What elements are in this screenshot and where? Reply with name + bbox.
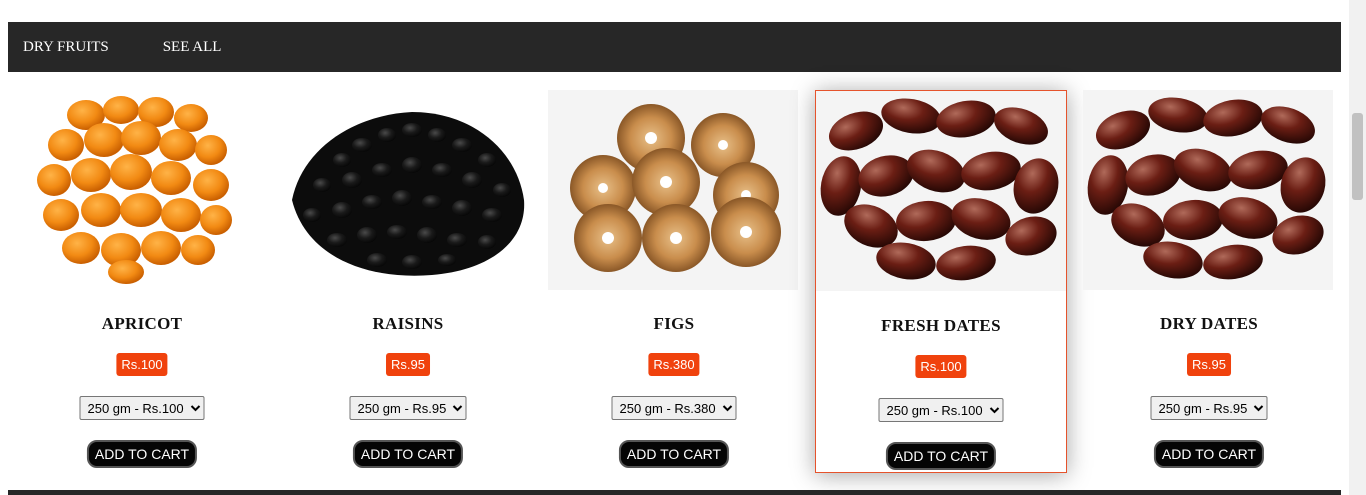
size-select[interactable]: 250 gm - Rs.100 [878,398,1004,422]
product-name: RAISINS [372,314,444,333]
raisins-image[interactable] [282,90,532,290]
bottom-bar [8,490,1341,495]
product-card-dry-dates[interactable]: DRY DATES Rs.95 250 gm - Rs.95 ADD TO CA… [1083,90,1335,470]
product-card-fresh-dates[interactable]: FRESH DATES Rs.100 250 gm - Rs.100 ADD T… [815,90,1067,473]
nav-see-all-link[interactable]: SEE ALL [163,39,222,56]
add-to-cart-button[interactable]: ADD TO CART [352,440,464,468]
size-select[interactable]: 250 gm - Rs.380 [611,396,737,420]
scrollbar-thumb[interactable] [1352,113,1363,200]
product-name: APRICOT [101,314,183,333]
category-navbar: DRY FRUITS SEE ALL [8,22,1341,72]
size-select[interactable]: 250 gm - Rs.100 [79,396,205,420]
add-to-cart-button[interactable]: ADD TO CART [1153,440,1265,468]
product-card-apricot[interactable]: APRICOT Rs.100 250 gm - Rs.100 ADD TO CA… [16,90,268,470]
product-card-raisins[interactable]: RAISINS Rs.95 250 gm - Rs.95 ADD TO CART [282,90,534,470]
nav-category-dry-fruits[interactable]: DRY FRUITS [23,39,109,56]
dates-image[interactable] [1083,90,1333,290]
price-badge: Rs.95 [386,353,430,376]
add-to-cart-button[interactable]: ADD TO CART [86,440,198,468]
dates-image[interactable] [816,91,1066,291]
product-name: FIGS [653,314,695,333]
size-select[interactable]: 250 gm - Rs.95 [1150,396,1268,420]
product-name: DRY DATES [1160,314,1258,333]
price-badge: Rs.100 [915,355,967,378]
add-to-cart-button[interactable]: ADD TO CART [618,440,730,468]
price-badge: Rs.100 [116,353,168,376]
figs-image[interactable] [548,90,798,290]
vertical-scrollbar[interactable] [1349,0,1366,495]
product-name: FRESH DATES [881,316,1001,335]
size-select[interactable]: 250 gm - Rs.95 [349,396,467,420]
product-card-figs[interactable]: FIGS Rs.380 250 gm - Rs.380 ADD TO CART [548,90,800,470]
price-badge: Rs.95 [1187,353,1231,376]
price-badge: Rs.380 [648,353,700,376]
add-to-cart-button[interactable]: ADD TO CART [885,442,997,470]
apricot-image[interactable] [16,90,266,290]
